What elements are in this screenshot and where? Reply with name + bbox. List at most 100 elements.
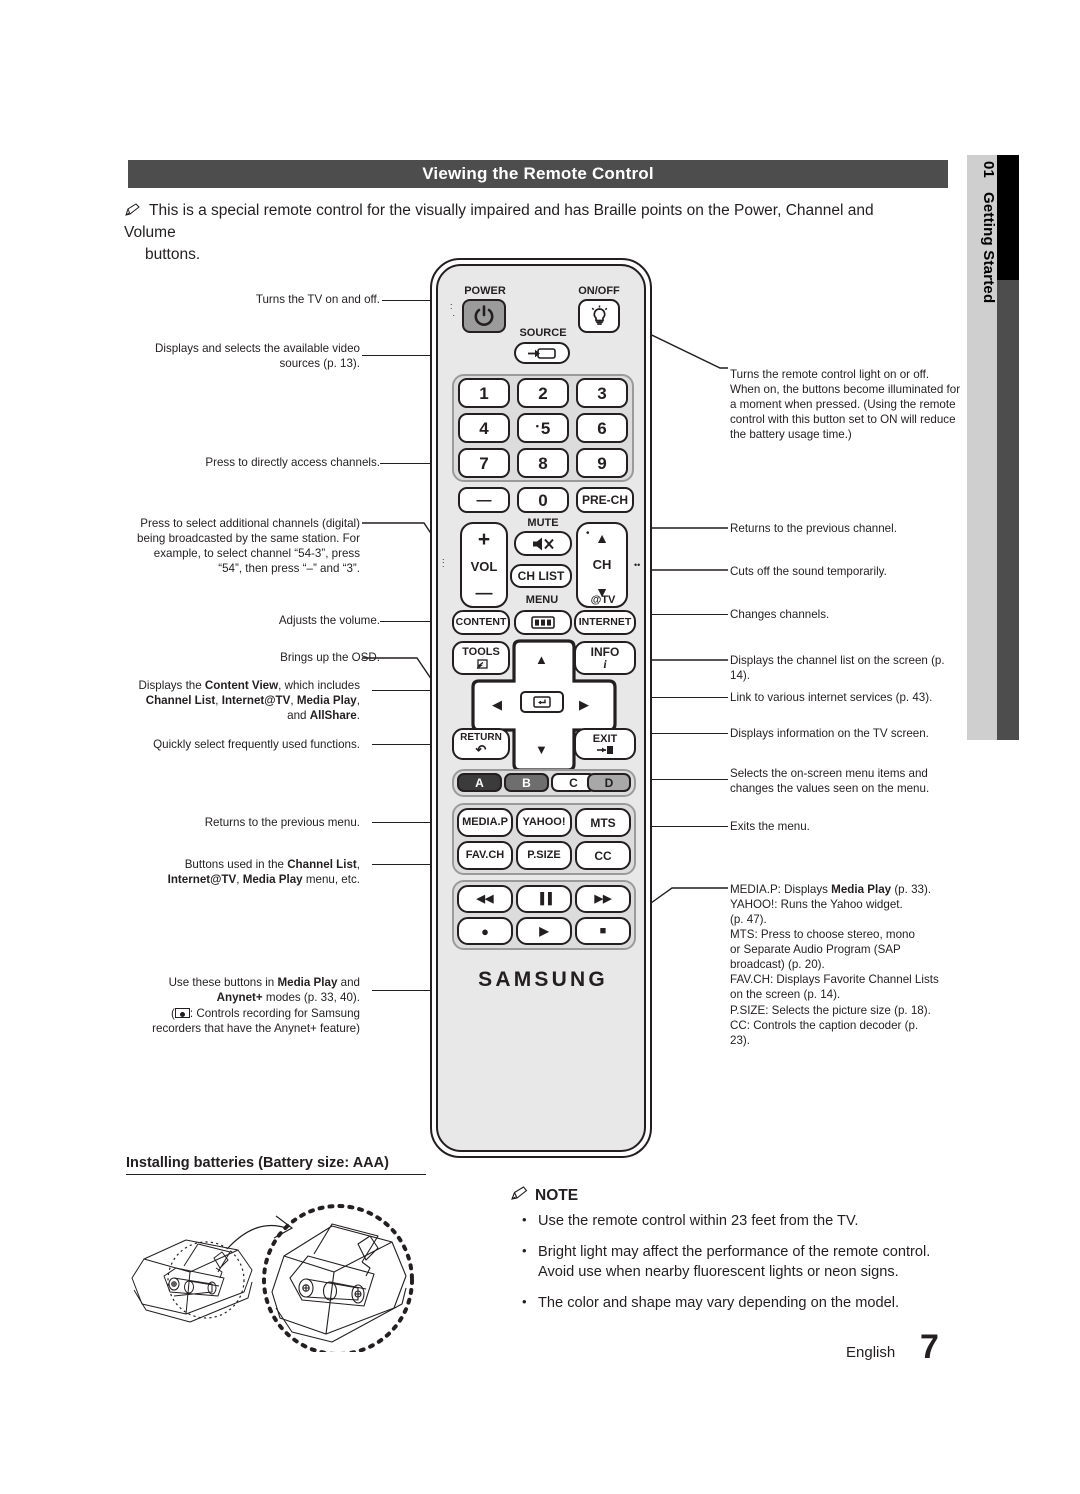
mts-button[interactable]: MTS [575, 808, 631, 837]
cmr-l1a: MEDIA.P: Displays [730, 883, 832, 896]
callout-internet: Link to various internet services (p. 43… [730, 691, 933, 704]
manual-page: 01 Getting Started Viewing the Remote Co… [0, 0, 1080, 1494]
cmr-l7: FAV.CH: Displays Favorite Channel Lists [730, 973, 939, 987]
source-label: SOURCE [519, 327, 567, 339]
dpad-down-icon[interactable]: ▼ [535, 742, 548, 757]
num-4-button[interactable]: 4 [458, 413, 510, 443]
callout-chlist: Displays the channel list on the screen … [730, 654, 945, 683]
enter-icon [533, 696, 551, 708]
cmr-l8: on the screen (p. 14). [730, 988, 841, 1002]
dpad-right-icon[interactable]: ▶ [579, 697, 589, 713]
internet-button[interactable]: INTERNET [574, 610, 636, 635]
num-9-button[interactable]: 9 [576, 448, 628, 478]
source-button[interactable] [514, 342, 570, 364]
mute-button[interactable] [514, 531, 572, 556]
pause-button[interactable]: ▐▐ [516, 885, 572, 913]
callout-return: Returns to the previous menu. [204, 816, 360, 829]
callout-abcd-post: menu, etc. [302, 873, 360, 887]
source-arrow-icon [528, 347, 556, 359]
side-bar-gray [997, 280, 1019, 740]
callout-mute: Cuts off the sound temporarily. [730, 565, 887, 578]
content-button[interactable]: CONTENT [452, 610, 510, 635]
power-button[interactable] [462, 299, 506, 333]
intro-note: This is a special remote control for the… [124, 200, 924, 266]
callout-media-b1: Media Play [277, 976, 338, 989]
callout-tools: Quickly select frequently used functions… [153, 738, 360, 751]
power-label: POWER [464, 285, 506, 297]
stop-button[interactable]: ■ [575, 917, 631, 945]
num-0-button[interactable]: 0 [517, 487, 569, 513]
dpad-left-icon[interactable]: ◀ [492, 697, 502, 713]
record-button[interactable]: ● [457, 917, 513, 945]
leader-ch [640, 614, 728, 616]
attv-label: @TV [590, 594, 616, 606]
dpad[interactable]: ▲ ▼ ◀ ▶ [471, 638, 617, 773]
braille-vol: .: [442, 552, 445, 570]
mediap-button[interactable]: MEDIA.P [457, 808, 513, 837]
return-button[interactable]: RETURN ↶ [452, 728, 510, 760]
note-heading-label: NOTE [535, 1187, 579, 1204]
dash-button[interactable]: — [458, 487, 510, 513]
cc-button[interactable]: CC [575, 841, 631, 870]
num-7-button[interactable]: 7 [458, 448, 510, 478]
color-b-button[interactable]: B [504, 773, 549, 792]
prech-button[interactable]: PRE-CH [576, 487, 634, 513]
num-6-button[interactable]: 6 [576, 413, 628, 443]
callout-media-rec: : Controls recording for Samsung [189, 1007, 360, 1021]
callout-arrows: Selects the on-screen menu items and cha… [730, 767, 930, 796]
cmr-l5: or Separate Audio Program (SAP [730, 943, 901, 957]
num-5-label: 5 [540, 418, 551, 438]
callout-onoff: Turns the remote control light on or off… [730, 368, 961, 442]
note-item: Bright light may affect the performance … [516, 1242, 936, 1283]
callout-exit: Exits the menu. [730, 820, 810, 833]
callout-source: Displays and selects the available video… [155, 342, 360, 371]
remote-control-illustration: POWER : . ON/OFF SOURCE 1 2 3 4 • 5 6 7 … [430, 258, 652, 1158]
callout-menu: Brings up the OSD. [280, 651, 380, 664]
color-d-button[interactable]: D [587, 773, 631, 792]
num-1-button[interactable]: 1 [458, 378, 510, 408]
num-3-button[interactable]: 3 [576, 378, 628, 408]
exit-icon [597, 745, 613, 754]
color-a-button[interactable]: A [457, 773, 502, 792]
callout-abcd-b3: Media Play [242, 873, 303, 887]
callout-content-post: . [356, 709, 360, 723]
menu-grid-icon [531, 616, 555, 629]
num-2-button[interactable]: 2 [517, 378, 569, 408]
yahoo-button[interactable]: YAHOO! [516, 808, 572, 837]
callout-vol: Adjusts the volume. [278, 614, 380, 627]
num-5-button[interactable]: • 5 [517, 413, 569, 443]
callout-info: Displays information on the TV screen. [730, 727, 929, 740]
cmr-l10: CC: Controls the caption decoder (p. [730, 1018, 919, 1032]
note-list: Use the remote control within 23 feet fr… [516, 1211, 936, 1325]
footer-language: English [846, 1344, 896, 1361]
num-8-button[interactable]: 8 [517, 448, 569, 478]
callout-content-b5: AllShare [309, 709, 357, 723]
note-item: The color and shape may vary depending o… [516, 1293, 936, 1314]
favch-button[interactable]: FAV.CH [457, 841, 513, 870]
callout-media-left: Use these buttons in Media Play and Anyn… [120, 975, 360, 1036]
return-arrow-icon: ↶ [475, 741, 487, 757]
fastforward-button[interactable]: ▶▶ [575, 885, 631, 913]
dpad-up-icon[interactable]: ▲ [535, 652, 548, 667]
side-bar-black [997, 155, 1019, 280]
cmr-l3: (p. 47). [730, 913, 767, 927]
side-tab-getting-started: 01 Getting Started [967, 155, 997, 740]
callout-media-post: modes (p. 33, 40). [262, 991, 360, 1005]
exit-button[interactable]: EXIT [574, 728, 636, 760]
enter-button[interactable] [520, 691, 564, 713]
menu-label: MENU [525, 594, 559, 606]
menu-button[interactable] [514, 610, 572, 635]
callout-media-b2: Anynet+ [216, 991, 263, 1005]
chlist-button[interactable]: CH LIST [510, 564, 572, 588]
play-button[interactable]: ▶ [516, 917, 572, 945]
rewind-button[interactable]: ◀◀ [457, 885, 513, 913]
onoff-light-button[interactable] [578, 299, 620, 333]
battery-install-illustration [126, 1192, 426, 1356]
exit-label: EXIT [592, 732, 618, 745]
note-item: Use the remote control within 23 feet fr… [516, 1211, 936, 1232]
callout-content-b1: Content View [204, 679, 279, 692]
volume-rocker[interactable]: + VOL — [460, 522, 508, 608]
callout-content-b3: Internet@TV [221, 694, 291, 708]
cmr-l1c: (p. 33). [891, 883, 932, 896]
psize-button[interactable]: P.SIZE [516, 841, 572, 870]
